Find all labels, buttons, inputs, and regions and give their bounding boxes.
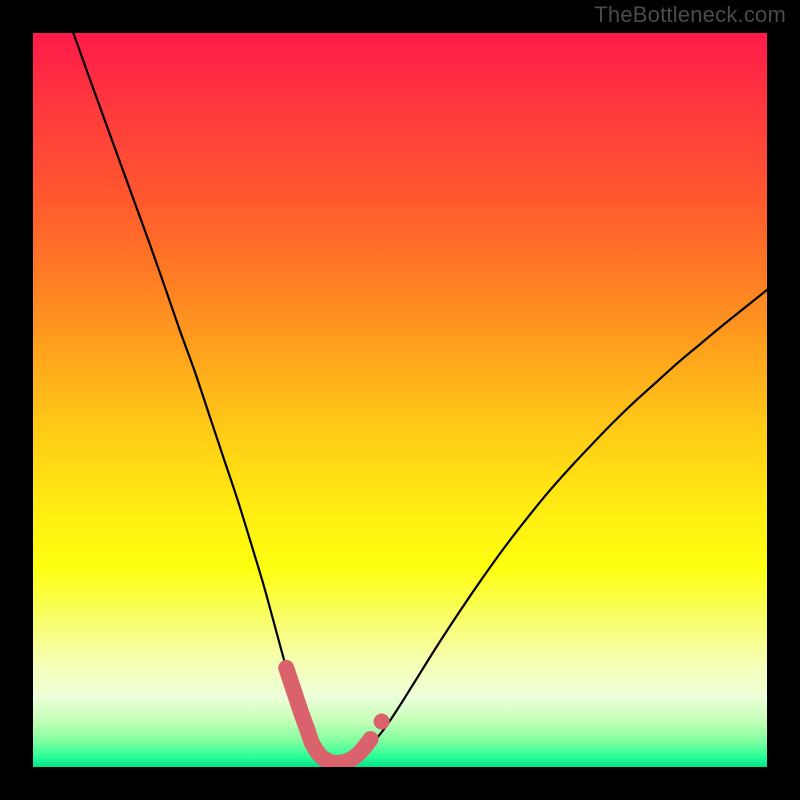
chart-frame: TheBottleneck.com: [0, 0, 800, 800]
chart-plot: [33, 33, 767, 767]
chart-background: [33, 33, 767, 767]
highlight-dot: [374, 713, 390, 729]
chart-svg: [33, 33, 767, 767]
watermark-text: TheBottleneck.com: [594, 2, 786, 28]
